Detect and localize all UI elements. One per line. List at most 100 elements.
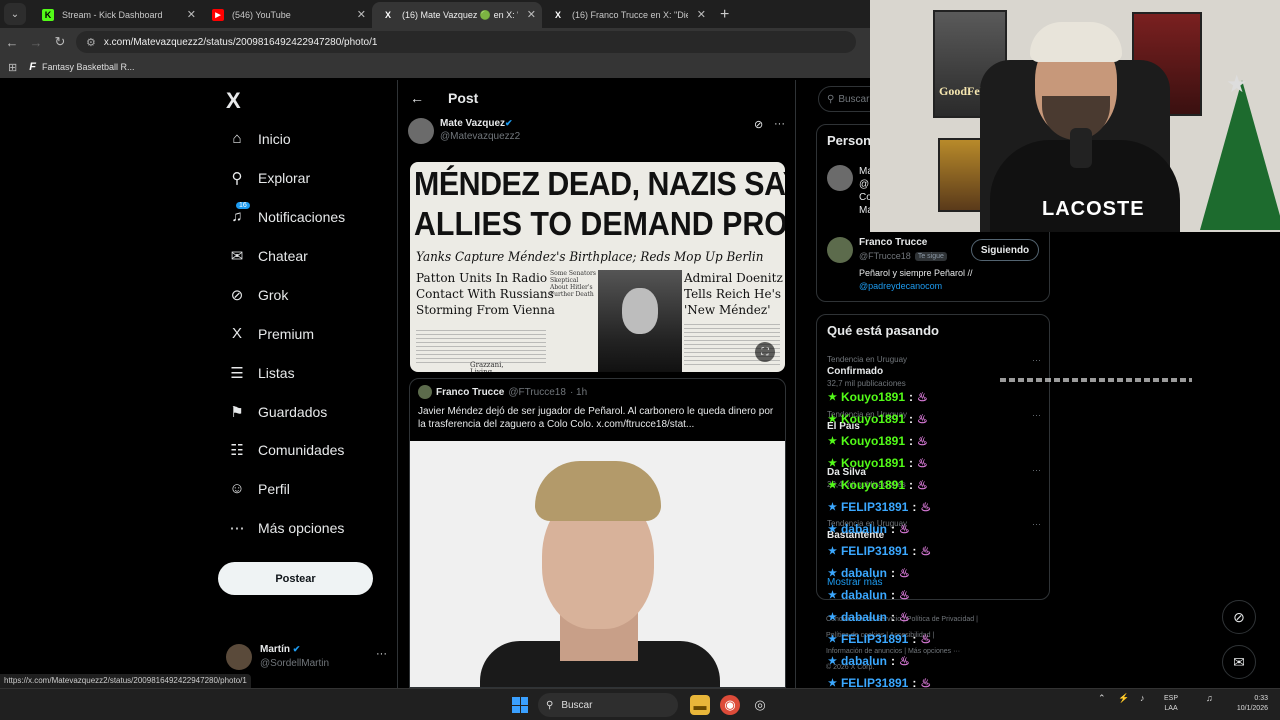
- taskbar-search[interactable]: ⚲ Buscar: [538, 693, 678, 717]
- microphone: [1070, 128, 1092, 168]
- tab-kick[interactable]: K Stream - Kick Dashboard ✕: [32, 2, 202, 28]
- new-tab-button[interactable]: +: [712, 6, 737, 28]
- language-indicator[interactable]: ESP LAA: [1164, 694, 1178, 714]
- chat-separator: :: [912, 632, 917, 646]
- site-settings-icon[interactable]: ⚙: [86, 36, 96, 49]
- taskbar: ⚲ Buscar ▬ ◉ ◎ ⌃ ⚡ ♪ ESP LAA ♫ 0:33 10/1…: [0, 688, 1280, 720]
- file-explorer-icon[interactable]: ▬: [690, 695, 710, 715]
- tab-youtube[interactable]: ▶ (546) YouTube ✕: [202, 2, 372, 28]
- more-icon[interactable]: ···: [376, 648, 387, 660]
- quote-image[interactable]: [410, 441, 785, 687]
- windows-start-icon[interactable]: [512, 697, 528, 713]
- url-field[interactable]: ⚙ x.com/Matevazquezz2/status/20098164924…: [76, 31, 856, 53]
- more-icon[interactable]: ···: [774, 118, 785, 130]
- tab-mate-vazquez[interactable]: X (16) Mate Vazquez 🟢 en X: "ht ✕: [372, 2, 542, 28]
- post-image[interactable]: MÉNDEZ DEAD, NAZIS SAY: ALLIES TO DEMAND…: [410, 162, 785, 372]
- tab-franco-trucce[interactable]: X (16) Franco Trucce en X: "Diego ✕: [542, 2, 712, 28]
- reload-icon[interactable]: ↻: [48, 34, 72, 50]
- photo-hair: [535, 461, 661, 521]
- chrome-icon[interactable]: ◉: [720, 695, 740, 715]
- obs-icon[interactable]: ◎: [750, 695, 770, 715]
- chat-username: FELIP31891: [840, 500, 909, 514]
- author-name[interactable]: Mate Vazquez✔: [440, 118, 513, 129]
- more-icon[interactable]: ···: [1032, 355, 1041, 365]
- chat-message: ★ dabalun: ♨: [828, 566, 910, 580]
- more-icon[interactable]: ···: [1032, 410, 1041, 420]
- quote-text: Javier Méndez dejó de ser jugador de Peñ…: [418, 406, 774, 430]
- badge-icon: ★: [828, 413, 837, 425]
- expand-icon[interactable]: ⛶: [755, 342, 775, 362]
- nav-notifications[interactable]: ♫ 16 Notificaciones: [228, 202, 346, 225]
- more-icon[interactable]: ···: [1032, 465, 1041, 475]
- badge-icon: ★: [828, 633, 837, 645]
- nav-communities[interactable]: ☷ Comunidades: [228, 441, 344, 459]
- more-icon: ⋯: [229, 520, 245, 537]
- volume-icon[interactable]: ♫: [1206, 693, 1213, 703]
- microphone-icon[interactable]: ♪: [1140, 693, 1145, 703]
- account-switcher[interactable]: Martín ✔ @SordellMartin ···: [226, 642, 391, 672]
- url-text: x.com/Matevazquezz2/status/2009816492422…: [103, 36, 378, 48]
- author-handle[interactable]: @Matevazquezz2: [440, 131, 520, 142]
- close-icon[interactable]: ✕: [357, 8, 366, 21]
- badge-icon: ★: [828, 611, 837, 623]
- right-column-headline: Admiral Doenitz Tells Reich He's 'New Mé…: [684, 271, 783, 317]
- chat-username: Kouyo1891: [840, 390, 905, 404]
- nav-premium[interactable]: X Premium: [228, 325, 314, 342]
- suggestion-name[interactable]: Franco Trucce: [859, 237, 927, 248]
- quote-author-handle: @FTrucce18: [508, 386, 566, 398]
- chat-separator: :: [890, 522, 895, 536]
- nav-home[interactable]: ⌂ Inicio: [228, 130, 290, 147]
- trend-context: Tendencia en Uruguay: [827, 355, 908, 364]
- back-arrow-icon[interactable]: ←: [410, 90, 424, 106]
- chevron-up-icon[interactable]: ⌃: [1098, 693, 1106, 704]
- search-input[interactable]: ⚲ Buscar: [818, 86, 870, 112]
- notification-badge: 16: [236, 202, 250, 209]
- suggestion-handle: @FTrucce18: [859, 251, 911, 261]
- avatar[interactable]: [408, 118, 434, 144]
- nav-explore[interactable]: ⚲ Explorar: [228, 169, 311, 187]
- close-icon[interactable]: ✕: [527, 8, 536, 21]
- quoted-post[interactable]: Franco Trucce @FTrucce18 · 1h Javier Mén…: [409, 378, 786, 688]
- bookmark-fantasy[interactable]: F Fantasy Basketball R...: [29, 61, 134, 73]
- tab-search-button[interactable]: ⌄: [4, 3, 26, 25]
- avatar[interactable]: [827, 237, 853, 263]
- messages-float-button[interactable]: ✉: [1222, 645, 1256, 679]
- nav-bookmarks[interactable]: ⚑ Guardados: [228, 403, 327, 421]
- grok-icon: ⊘: [1233, 608, 1245, 625]
- post-button[interactable]: Postear: [218, 562, 373, 595]
- x-logo-icon[interactable]: X: [226, 88, 241, 114]
- nav-label: Notificaciones: [258, 208, 346, 225]
- following-button[interactable]: Siguiendo: [971, 239, 1039, 261]
- chat-separator: :: [890, 610, 895, 624]
- chat-username: Kouyo1891: [840, 412, 905, 426]
- page-title: Post: [448, 90, 479, 106]
- avatar[interactable]: [827, 165, 853, 191]
- emote-icon: ♨: [920, 500, 932, 514]
- trend-item[interactable]: Tendencia en Uruguay Confirmado 32,7 mil…: [827, 355, 1041, 388]
- suggestion-handle-row: @FTrucce18 Te sigue: [859, 251, 947, 261]
- verified-icon: ✔: [505, 118, 513, 128]
- chat-separator: :: [890, 588, 895, 602]
- clock[interactable]: 0:33 10/1/2026: [1228, 694, 1268, 714]
- chat-username: Kouyo1891: [840, 434, 905, 448]
- chat-message: ★ dabalun: ♨: [828, 654, 910, 668]
- forward-arrow-icon[interactable]: →: [24, 35, 48, 50]
- emote-icon: ♨: [920, 632, 932, 646]
- close-icon[interactable]: ✕: [697, 8, 706, 21]
- bio-link[interactable]: @padreydecanocom: [859, 280, 973, 293]
- apps-grid-icon[interactable]: ⊞: [8, 61, 17, 74]
- bio-text: Peñarol y siempre Peñarol //: [859, 268, 973, 278]
- back-arrow-icon[interactable]: ←: [0, 35, 24, 50]
- network-icon[interactable]: ⚡: [1118, 693, 1129, 704]
- close-icon[interactable]: ✕: [187, 8, 196, 21]
- nav-lists[interactable]: ☰ Listas: [228, 364, 294, 382]
- grok-float-button[interactable]: ⊘: [1222, 600, 1256, 634]
- kick-icon: K: [42, 9, 54, 21]
- grok-icon[interactable]: ⊘: [754, 118, 763, 131]
- nav-profile[interactable]: ☺ Perfil: [228, 480, 290, 497]
- nav-chat[interactable]: ✉ Chatear: [228, 247, 308, 265]
- nav-grok[interactable]: ⊘ Grok: [228, 286, 289, 304]
- nav-more-options[interactable]: ⋯ Más opciones: [228, 519, 345, 537]
- chat-message: ★FELIP31891:♨: [828, 632, 931, 646]
- more-icon[interactable]: ···: [1032, 519, 1041, 529]
